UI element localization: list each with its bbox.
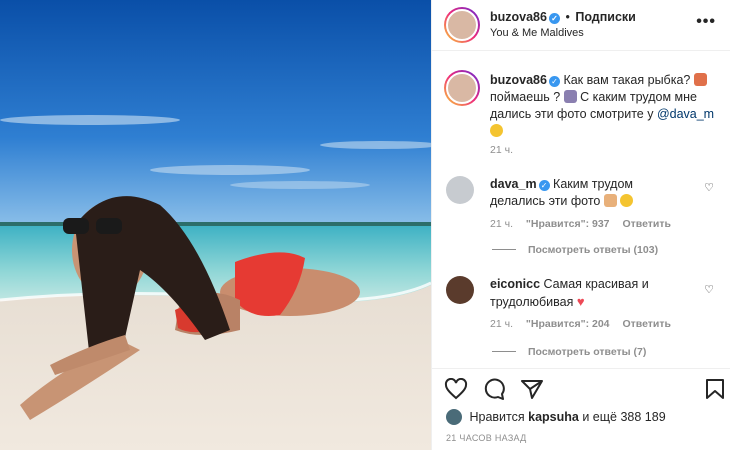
comment-meta: 21 ч. "Нравится": 204 Ответить [490,318,681,330]
reply-button[interactable]: Ответить [622,318,671,330]
more-icon[interactable]: ••• [696,13,716,31]
red-heart-emoji-icon: ♥ [576,294,585,309]
author-line: buzova86 ✓ • Подписки [490,10,636,24]
likes-prefix: Нравится [469,410,525,424]
likes-suffix[interactable]: и ещё 388 189 [582,410,665,424]
comment-time: 21 ч. [490,318,513,330]
comment-avatar[interactable] [446,276,474,304]
separator-dot: • [565,10,570,24]
location-link[interactable]: You & Me Maldives [490,27,584,39]
comment-time: 21 ч. [490,218,513,230]
pray-emoji-icon [603,194,617,207]
comment-username[interactable]: eiconicc [490,277,540,291]
heart-icon[interactable] [444,377,468,403]
post-actions: Нравится kapsuha и ещё 388 189 21 ЧАСОВ … [432,368,730,450]
comment-likes[interactable]: "Нравится": 937 [526,218,610,230]
view-replies-label: Посмотреть ответы (103) [528,244,659,256]
verified-icon: ✓ [548,76,560,87]
bookmark-icon[interactable] [705,378,725,403]
verified-icon: ✓ [538,180,550,191]
beach-photo [0,0,431,450]
mention-link[interactable]: @dava_m [657,107,714,121]
caption-username[interactable]: buzova86 [490,73,547,87]
replies-divider [492,249,516,250]
person-emoji-icon [563,90,577,103]
replies-divider [492,351,516,352]
share-icon[interactable] [520,378,544,403]
comment-likes[interactable]: "Нравится": 204 [526,318,610,330]
following-button[interactable]: Подписки [575,10,636,24]
comment-like-icon[interactable]: ♡ [704,181,714,194]
verified-icon: ✓ [548,13,560,24]
liker-avatar [446,409,462,425]
reply-button[interactable]: Ответить [622,218,671,230]
post-sidebar: buzova86 ✓ • Подписки You & Me Maldives •… [431,0,730,450]
caption: buzova86 ✓ Как вам такая рыбка? поймаешь … [490,72,715,140]
comment-avatar[interactable] [446,176,474,204]
caption-text-2: поймаешь ? [490,90,561,104]
comment-like-icon[interactable]: ♡ [704,283,714,296]
comment-icon[interactable] [482,378,506,403]
instagram-post: buzova86 ✓ • Подписки You & Me Maldives •… [0,0,730,450]
tongue-emoji-icon [490,124,503,137]
view-replies-label: Посмотреть ответы (7) [528,346,647,358]
comment: dava_m ✓ Каким трудом делались эти фото [490,176,690,210]
view-replies-button[interactable]: Посмотреть ответы (103) [492,244,658,256]
laugh-emoji-icon [620,194,634,207]
comment-meta: 21 ч. "Нравится": 937 Ответить [490,218,681,230]
fish-emoji-icon [693,73,707,86]
post-header: buzova86 ✓ • Подписки You & Me Maldives •… [432,0,730,51]
post-time: 21 ЧАСОВ НАЗАД [446,433,527,443]
author-avatar[interactable] [444,7,480,43]
caption-time: 21 ч. [490,144,513,156]
caption-text-1: Как вам такая рыбка? [563,73,691,87]
view-replies-button[interactable]: Посмотреть ответы (7) [492,346,646,358]
post-photo[interactable] [0,0,431,450]
likes-summary[interactable]: Нравится kapsuha и ещё 388 189 [446,409,666,425]
comment-username[interactable]: dava_m [490,177,537,191]
comment: eiconicc Самая красивая и трудолюбивая ♥ [490,276,690,311]
caption-avatar[interactable] [444,70,480,106]
likes-user[interactable]: kapsuha [528,410,579,424]
author-username[interactable]: buzova86 [490,10,547,24]
